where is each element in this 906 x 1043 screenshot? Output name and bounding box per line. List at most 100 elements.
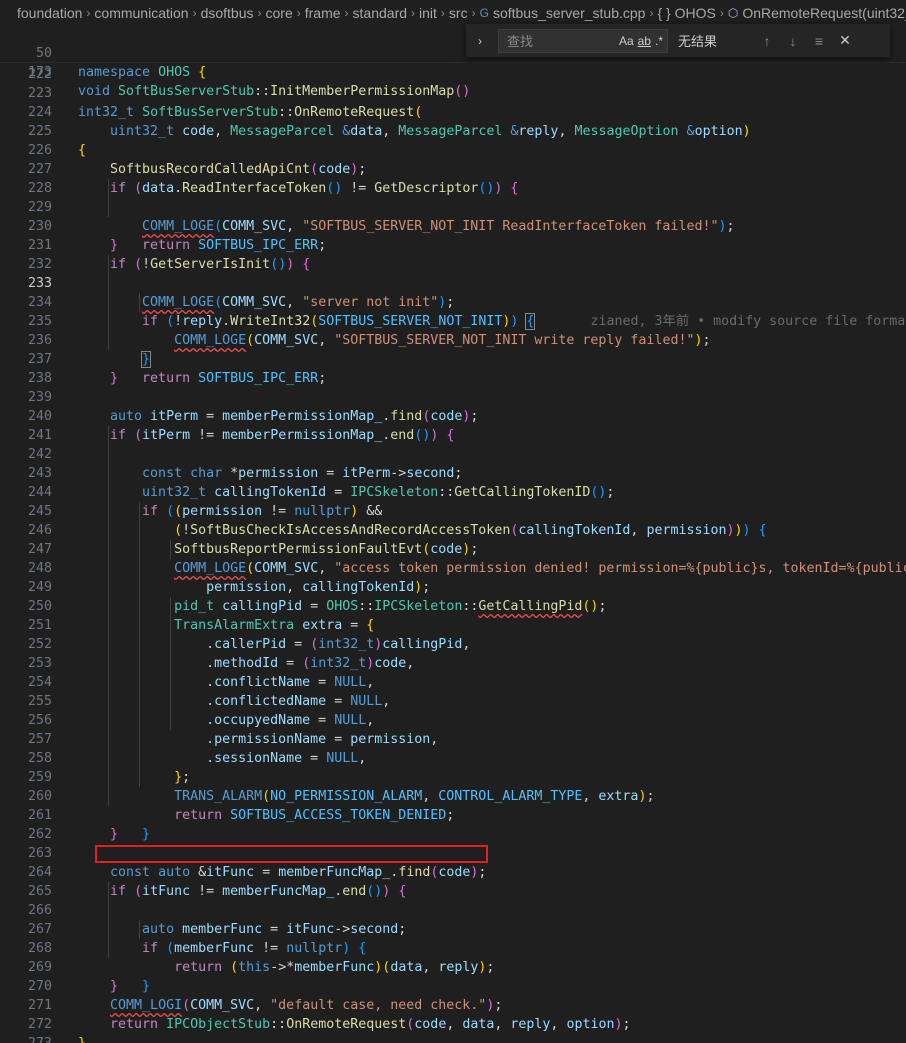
code-row[interactable]: 271 return IPCObjectStub::OnRemoteReques… bbox=[0, 996, 906, 1032]
code-row[interactable]: 246 COMM_LOGE(COMM_SVC, "access token pe… bbox=[0, 521, 906, 576]
code-row[interactable]: 225 { bbox=[0, 122, 906, 158]
breadcrumb-symbol[interactable]: OnRemoteRequest(uint32_ bbox=[742, 5, 906, 21]
line-number: 247 bbox=[27, 542, 52, 557]
code-row[interactable]: 241 const char *permission = itPerm->sec… bbox=[0, 426, 906, 481]
find-in-selection-icon[interactable]: ≡ bbox=[812, 33, 826, 49]
code-row[interactable]: 273 bbox=[0, 1034, 906, 1043]
code-row[interactable]: 228 COMM_LOGE(COMM_SVC, "SOFTBUS_SERVER_… bbox=[0, 179, 906, 234]
code-row[interactable]: 234 COMM_LOGE(COMM_SVC, "SOFTBUS_SERVER_… bbox=[0, 293, 906, 348]
breadcrumb-item[interactable]: dsoftbus bbox=[201, 5, 254, 21]
match-case-button[interactable]: Aa bbox=[619, 34, 634, 48]
find-input-placeholder: 查找 bbox=[507, 34, 534, 49]
find-widget: › 查找 Aa ab .* 无结果 ↑ ↓ ≡ ✕ bbox=[466, 24, 890, 57]
code-row[interactable]: 272 } bbox=[0, 1015, 906, 1043]
code-row[interactable]: 235 } bbox=[0, 312, 906, 368]
breadcrumb-item[interactable]: core bbox=[266, 5, 293, 21]
line-number: 268 bbox=[27, 941, 52, 956]
line-number: 259 bbox=[27, 770, 52, 785]
line-number: 242 bbox=[27, 447, 52, 462]
code-row[interactable]: 236 return SOFTBUS_IPC_ERR; bbox=[0, 331, 906, 386]
line-number: 236 bbox=[27, 333, 52, 348]
code-row[interactable]: 250 .callerPid = (int32_t)callingPid, bbox=[0, 597, 906, 652]
code-row[interactable]: 240 if (itPerm != memberPermissionMap_.e… bbox=[0, 407, 906, 443]
next-match-arrow-down-icon[interactable]: ↓ bbox=[786, 33, 800, 49]
line-number: 228 bbox=[27, 181, 52, 196]
line-number: 256 bbox=[27, 713, 52, 728]
code-row[interactable]: 259 return SOFTBUS_ACCESS_TOKEN_DENIED; bbox=[0, 768, 906, 823]
code-row[interactable]: 267 return (this->*memberFunc)(data, rep… bbox=[0, 920, 906, 975]
line-number: 235 bbox=[27, 314, 52, 329]
code-row[interactable]: 255 .permissionName = permission, bbox=[0, 692, 906, 747]
breadcrumb-namespace[interactable]: { } OHOS bbox=[657, 5, 715, 21]
code-row[interactable]: 265 auto memberFunc = itFunc->second; bbox=[0, 882, 906, 937]
code-row[interactable]: 231 if (!GetServerIsInit()) { bbox=[0, 236, 906, 272]
line-number: 241 bbox=[27, 428, 52, 443]
code-row[interactable]: 264 if (itFunc != memberFuncMap_.end()) … bbox=[0, 863, 906, 899]
code-row[interactable]: 248 pid_t callingPid = OHOS::IPCSkeleton… bbox=[0, 559, 906, 614]
line-number: 223 bbox=[27, 86, 52, 101]
line-number: 255 bbox=[27, 694, 52, 709]
breadcrumb-file[interactable]: softbus_server_stub.cpp bbox=[493, 5, 646, 21]
code-row[interactable]: 243 if ((permission != nullptr) && bbox=[0, 464, 906, 519]
line-number: 271 bbox=[27, 998, 52, 1013]
code-row[interactable]: 252 .conflictName = NULL, bbox=[0, 635, 906, 690]
code-row[interactable]: 242 uint32_t callingTokenId = IPCSkeleto… bbox=[0, 445, 906, 500]
code-row[interactable]: 262 bbox=[0, 825, 906, 844]
breadcrumb-item[interactable]: foundation bbox=[17, 5, 82, 21]
code-row[interactable]: 260 } bbox=[0, 787, 906, 842]
code-row[interactable]: 223 int32_t SoftBusServerStub::OnRemoteR… bbox=[0, 84, 906, 120]
code-row[interactable]: 261 } bbox=[0, 806, 906, 842]
code-row[interactable]: 230 } bbox=[0, 217, 906, 253]
line-number: 262 bbox=[27, 827, 52, 842]
code-row[interactable]: 270 COMM_LOGI(COMM_SVC, "default case, n… bbox=[0, 977, 906, 1013]
code-row[interactable]: 257 }; bbox=[0, 730, 906, 785]
code-row[interactable]: 256 .sessionName = NULL, bbox=[0, 711, 906, 766]
breadcrumb-item[interactable]: frame bbox=[305, 5, 341, 21]
code-row[interactable]: 254 .occupyedName = NULL, bbox=[0, 673, 906, 728]
code-row[interactable]: 251 .methodId = (int32_t)code, bbox=[0, 616, 906, 671]
breadcrumb-item[interactable]: init bbox=[419, 5, 437, 21]
code-row[interactable]: 229 return SOFTBUS_IPC_ERR; bbox=[0, 198, 906, 253]
chevron-right-icon: › bbox=[471, 6, 476, 20]
find-result-count: 无结果 bbox=[678, 34, 718, 49]
code-row[interactable]: 269 } bbox=[0, 958, 906, 994]
code-row[interactable]: 226 SoftbusRecordCalledApiCnt(code); bbox=[0, 141, 906, 177]
use-regex-button[interactable]: .* bbox=[655, 34, 663, 48]
breadcrumb-item[interactable]: src bbox=[449, 5, 468, 21]
code-row[interactable]: 253 .conflictedName = NULL, bbox=[0, 654, 906, 709]
code-row[interactable]: 222 bbox=[0, 65, 906, 84]
line-number: 257 bbox=[27, 732, 52, 747]
code-row[interactable]: 249 TransAlarmExtra extra = { bbox=[0, 578, 906, 633]
find-input[interactable]: 查找 Aa ab .* bbox=[498, 28, 668, 53]
code-row[interactable]: 247 permission, callingTokenId); bbox=[0, 540, 906, 595]
line-number: 260 bbox=[27, 789, 52, 804]
line-number: 224 bbox=[27, 105, 52, 120]
line-number: 263 bbox=[27, 846, 52, 861]
toggle-replace-chevron-icon[interactable]: › bbox=[478, 34, 492, 48]
match-whole-word-button[interactable]: ab bbox=[638, 34, 651, 48]
cpp-file-icon: G bbox=[479, 6, 489, 20]
code-row[interactable]: 258 TRANS_ALARM(NO_PERMISSION_ALARM, CON… bbox=[0, 749, 906, 804]
code-row[interactable]: 227 if (data.ReadInterfaceToken() != Get… bbox=[0, 160, 906, 196]
code-row[interactable]: 245 SoftbusReportPermissionFaultEvt(code… bbox=[0, 502, 906, 557]
code-row[interactable]: 238 bbox=[0, 369, 906, 388]
code-row[interactable]: 266 if (memberFunc != nullptr) { bbox=[0, 901, 906, 956]
line-number: 226 bbox=[27, 143, 52, 158]
breadcrumb: foundation › communication › dsoftbus › cor… bbox=[0, 0, 906, 26]
breadcrumb-item[interactable]: standard bbox=[353, 5, 407, 21]
breadcrumb-item[interactable]: communication bbox=[94, 5, 188, 21]
current-line[interactable]: 233 if (!reply.WriteInt32(SOFTBUS_SERVER… bbox=[0, 274, 906, 330]
close-icon[interactable]: ✕ bbox=[838, 32, 852, 49]
line-number: 265 bbox=[27, 884, 52, 899]
code-row[interactable]: 268 } bbox=[0, 939, 906, 994]
line-number: 261 bbox=[27, 808, 52, 823]
previous-match-arrow-up-icon[interactable]: ↑ bbox=[760, 33, 774, 49]
code-row[interactable]: 237 } bbox=[0, 350, 906, 386]
code-row[interactable]: 239 auto itPerm = memberPermissionMap_.f… bbox=[0, 388, 906, 424]
code-row[interactable]: 232 COMM_LOGE(COMM_SVC, "server not init… bbox=[0, 255, 906, 310]
code-editor[interactable]: 222 223 int32_t SoftBusServerStub::OnRem… bbox=[0, 64, 906, 1043]
line-number: 225 bbox=[27, 124, 52, 139]
line-number: 238 bbox=[27, 371, 52, 386]
code-row[interactable]: 224 uint32_t code, MessageParcel &data, … bbox=[0, 103, 906, 139]
code-row[interactable]: 244 (!SoftBusCheckIsAccessAndRecordAcces… bbox=[0, 483, 906, 538]
